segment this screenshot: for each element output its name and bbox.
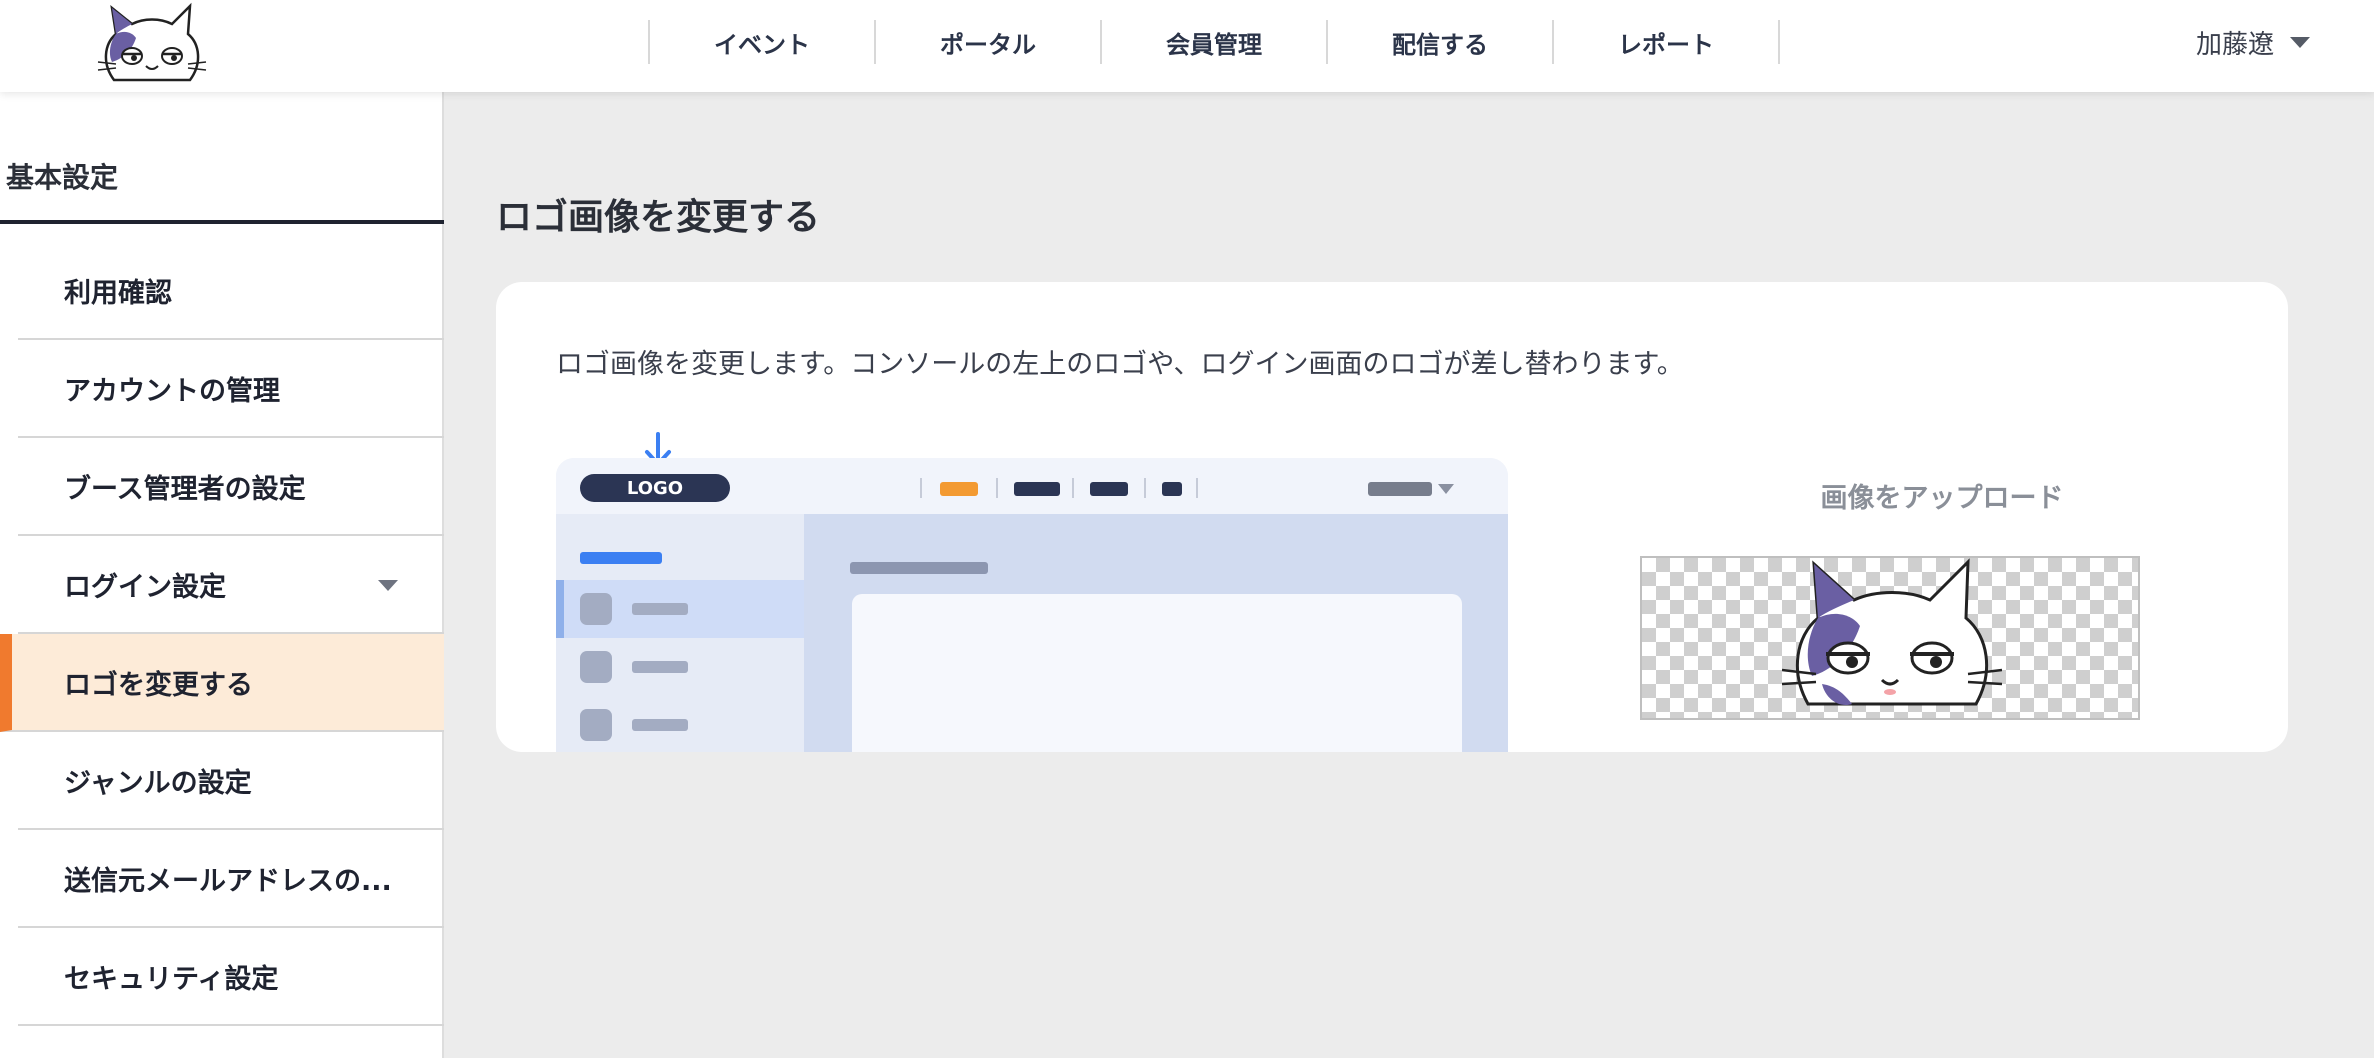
- illustration-divider: [1196, 478, 1198, 498]
- user-name: 加藤遼: [2195, 29, 2274, 60]
- illustration-nav-bar: [940, 482, 978, 496]
- sidebar-item-label: ロゴを変更する: [64, 669, 253, 701]
- illustration-content-heading: [850, 562, 988, 574]
- sidebar-item-login[interactable]: ログイン設定: [18, 536, 444, 634]
- illustration-divider: [920, 478, 922, 498]
- nav-members[interactable]: 会員管理: [1102, 20, 1328, 64]
- sidebar-item-label: セキュリティ設定: [64, 963, 279, 995]
- top-header: イベント ポータル 会員管理 配信する レポート 加藤遼: [0, 0, 2374, 92]
- illustration-content-panel: [852, 594, 1462, 752]
- illustration-icon: [580, 709, 612, 741]
- illustration-icon: [580, 593, 612, 625]
- nav-report[interactable]: レポート: [1554, 20, 1780, 64]
- nav-broadcast[interactable]: 配信する: [1328, 20, 1554, 64]
- logo-upload-dropzone[interactable]: [1640, 556, 2140, 720]
- sidebar-divider: [0, 220, 444, 224]
- user-menu[interactable]: 加藤遼: [2196, 20, 2310, 64]
- illustration-sidebar: [556, 514, 804, 752]
- illustration-text-line: [632, 719, 688, 731]
- page-title: ロゴ画像を変更する: [496, 197, 821, 238]
- cat-logo-icon[interactable]: [96, 2, 208, 86]
- sidebar: 基本設定 利用確認 アカウントの管理 ブース管理者の設定 ログイン設定 ロゴを変…: [0, 92, 444, 1058]
- illustration-nav-bar: [1090, 482, 1128, 496]
- illustration-nav-bar: [1162, 482, 1182, 496]
- illustration-text-line: [632, 603, 688, 615]
- nav-portal[interactable]: ポータル: [876, 20, 1102, 64]
- sidebar-item-change-logo[interactable]: ロゴを変更する: [0, 634, 444, 732]
- logo-settings-card: ロゴ画像を変更します。コンソールの左上のロゴや、ログイン画面のロゴが差し替わりま…: [496, 282, 2288, 752]
- illustration-divider: [1144, 478, 1146, 498]
- illustration-user-bar: [1368, 482, 1432, 496]
- sidebar-item-label: アカウントの管理: [64, 375, 280, 407]
- chevron-down-icon: [378, 580, 398, 591]
- console-illustration: LOGO: [556, 458, 1508, 752]
- sidebar-item-label: ブース管理者の設定: [64, 473, 306, 505]
- illustration-caret-icon: [1438, 484, 1454, 494]
- sidebar-item-security[interactable]: セキュリティ設定: [18, 928, 444, 1026]
- illustration-sidebar-heading: [580, 552, 662, 564]
- sidebar-item-account[interactable]: アカウントの管理: [18, 340, 444, 438]
- sidebar-item-booth-admin[interactable]: ブース管理者の設定: [18, 438, 444, 536]
- sidebar-title: 基本設定: [6, 161, 119, 194]
- sidebar-item-label: ログイン設定: [64, 571, 226, 603]
- illustration-divider: [996, 478, 998, 498]
- illustration-nav-bar: [1014, 482, 1060, 496]
- illustration-divider: [1072, 478, 1074, 498]
- cat-logo-preview-icon: [1782, 558, 2002, 706]
- illustration-sidebar-item: [556, 580, 804, 638]
- sidebar-item-usage[interactable]: 利用確認: [18, 242, 444, 340]
- illustration-logo-badge: LOGO: [580, 474, 730, 502]
- main-nav: イベント ポータル 会員管理 配信する レポート: [648, 20, 1780, 64]
- illustration-sidebar-item: [556, 638, 804, 696]
- sidebar-item-label: 利用確認: [64, 277, 172, 309]
- sidebar-item-label: 送信元メールアドレスの...: [64, 865, 392, 897]
- chevron-down-icon: [2290, 36, 2310, 48]
- sidebar-item-sender-email[interactable]: 送信元メールアドレスの...: [18, 830, 444, 928]
- illustration-text-line: [632, 661, 688, 673]
- illustration-sidebar-item: [556, 696, 804, 752]
- description-text: ロゴ画像を変更します。コンソールの左上のロゴや、ログイン画面のロゴが差し替わりま…: [556, 349, 1684, 380]
- illustration-icon: [580, 651, 612, 683]
- sidebar-item-label: ジャンルの設定: [64, 767, 252, 799]
- nav-event[interactable]: イベント: [650, 20, 876, 64]
- upload-label: 画像をアップロード: [1820, 483, 2064, 514]
- sidebar-item-genre[interactable]: ジャンルの設定: [18, 732, 444, 830]
